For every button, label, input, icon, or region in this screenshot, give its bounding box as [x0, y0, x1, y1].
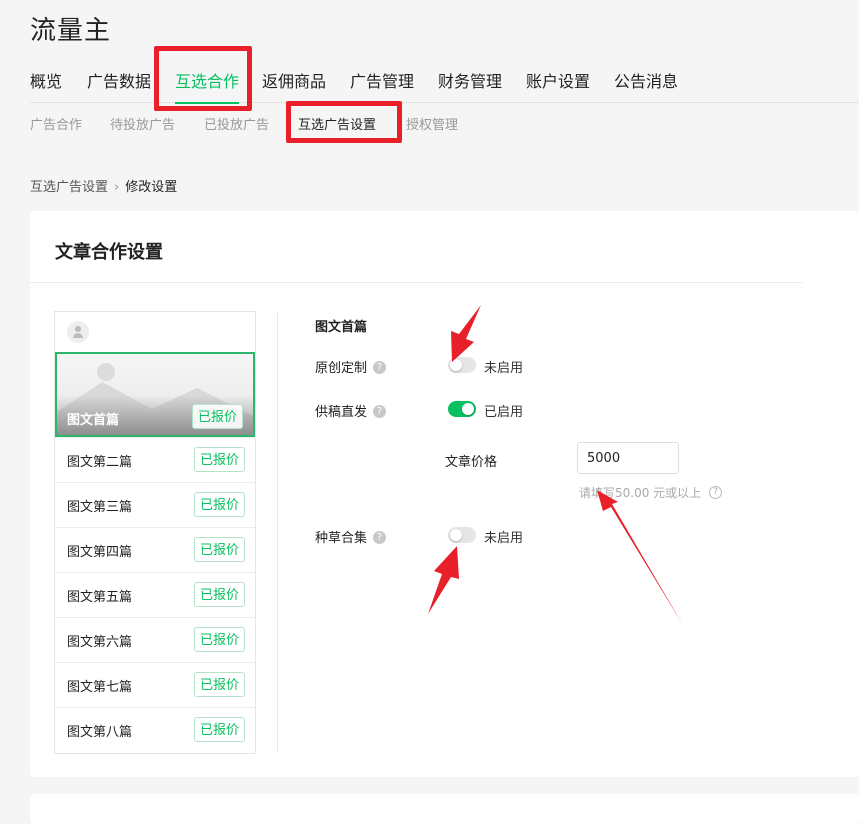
direct-supply-label: 供稿直发?: [315, 401, 387, 420]
question-circle-icon[interactable]: ?: [373, 361, 387, 374]
article-price-label: 文章价格: [445, 455, 498, 470]
subtab-authorization[interactable]: 授权管理: [406, 114, 458, 133]
grass-collection-label: 种草合集?: [315, 527, 387, 546]
main-nav: 概览 广告数据 互选合作 返佣商品 广告管理 财务管理 账户设置 公告消息: [30, 68, 859, 104]
article-item[interactable]: 图文第六篇 已报价: [55, 617, 255, 663]
question-circle-icon[interactable]: ?: [373, 405, 387, 418]
account-avatar-row: [55, 312, 255, 352]
tab-commission-goods[interactable]: 返佣商品: [262, 68, 326, 92]
breadcrumb-current: 修改设置: [125, 180, 178, 195]
article-item[interactable]: 图文第五篇 已报价: [55, 572, 255, 618]
article-item-label: 图文第七篇: [67, 680, 133, 695]
article-item[interactable]: 图文第四篇 已报价: [55, 527, 255, 573]
tab-finance[interactable]: 财务管理: [438, 68, 502, 92]
next-card: [30, 794, 859, 824]
quoted-button[interactable]: 已报价: [194, 537, 245, 562]
tab-ad-management[interactable]: 广告管理: [350, 68, 414, 92]
direct-supply-toggle[interactable]: [448, 401, 476, 417]
subtab-ad-cooperation[interactable]: 广告合作: [30, 114, 82, 133]
tab-announcements[interactable]: 公告消息: [614, 68, 678, 92]
article-item[interactable]: 图文第八篇 已报价: [55, 707, 255, 753]
subtab-pending-ads[interactable]: 待投放广告: [110, 114, 175, 133]
article-item[interactable]: 图文第三篇 已报价: [55, 482, 255, 528]
article-item[interactable]: 图文第七篇 已报价: [55, 662, 255, 708]
toggle-knob: [450, 359, 462, 371]
original-custom-label: 原创定制?: [315, 357, 387, 376]
user-avatar-icon: [67, 321, 89, 343]
tab-mutual-selection[interactable]: 互选合作: [175, 68, 240, 104]
quoted-button[interactable]: 已报价: [194, 672, 245, 697]
article-item-label: 图文第八篇: [67, 725, 133, 740]
grass-collection-status: 未启用: [484, 531, 524, 546]
article-item[interactable]: 图文第二篇 已报价: [55, 437, 255, 483]
article-item-label: 图文第五篇: [67, 590, 133, 605]
original-custom-toggle[interactable]: [448, 357, 476, 373]
question-circle-icon[interactable]: ?: [709, 486, 723, 499]
article-item-label: 图文第四篇: [67, 545, 133, 560]
settings-section-title: 图文首篇: [315, 320, 368, 335]
direct-supply-text: 供稿直发: [315, 405, 368, 420]
article-settings-card: 文章合作设置 图文首篇 已报价 图文第二篇 已报价 图文第三篇 已报价 图文第四…: [30, 211, 859, 777]
card-divider: [30, 282, 802, 283]
toggle-knob: [462, 403, 474, 415]
direct-supply-status: 已启用: [484, 405, 524, 420]
quoted-button[interactable]: 已报价: [192, 404, 243, 429]
breadcrumb: 互选广告设置 › 修改设置: [30, 176, 177, 195]
breadcrumb-parent[interactable]: 互选广告设置: [30, 180, 108, 195]
card-title: 文章合作设置: [55, 242, 163, 263]
tab-ad-data[interactable]: 广告数据: [87, 68, 151, 92]
subtab-mutual-ad-settings[interactable]: 互选广告设置: [298, 114, 376, 133]
price-hint-text: 请填写50.00 元或以上: [579, 486, 702, 500]
quoted-button[interactable]: 已报价: [194, 717, 245, 742]
quoted-button[interactable]: 已报价: [194, 492, 245, 517]
top-header: 流量主 概览 广告数据 互选合作 返佣商品 广告管理 财务管理 账户设置 公告消…: [0, 0, 859, 162]
toggle-knob: [450, 529, 462, 541]
article-price-input[interactable]: [577, 442, 679, 474]
price-hint: 请填写50.00 元或以上?: [579, 484, 723, 501]
article-item-label: 图文第二篇: [67, 455, 133, 470]
grass-collection-toggle[interactable]: [448, 527, 476, 543]
app-title: 流量主: [30, 16, 112, 46]
article-item-label: 图文第三篇: [67, 500, 133, 515]
grass-collection-text: 种草合集: [315, 531, 368, 546]
article-item-selected[interactable]: 图文首篇 已报价: [55, 352, 255, 437]
quoted-button[interactable]: 已报价: [194, 627, 245, 652]
article-item-label: 图文首篇: [67, 413, 120, 428]
tab-account-settings[interactable]: 账户设置: [526, 68, 590, 92]
panel-divider: [277, 311, 278, 752]
original-custom-text: 原创定制: [315, 361, 368, 376]
article-item-label: 图文第六篇: [67, 635, 133, 650]
subtab-delivered-ads[interactable]: 已投放广告: [204, 114, 269, 133]
chevron-right-icon: ›: [114, 180, 120, 195]
question-circle-icon[interactable]: ?: [373, 531, 387, 544]
quoted-button[interactable]: 已报价: [194, 582, 245, 607]
quoted-button[interactable]: 已报价: [194, 447, 245, 472]
original-custom-status: 未启用: [484, 361, 524, 376]
article-list: 图文首篇 已报价 图文第二篇 已报价 图文第三篇 已报价 图文第四篇 已报价 图…: [54, 311, 256, 754]
tab-overview[interactable]: 概览: [30, 68, 62, 92]
